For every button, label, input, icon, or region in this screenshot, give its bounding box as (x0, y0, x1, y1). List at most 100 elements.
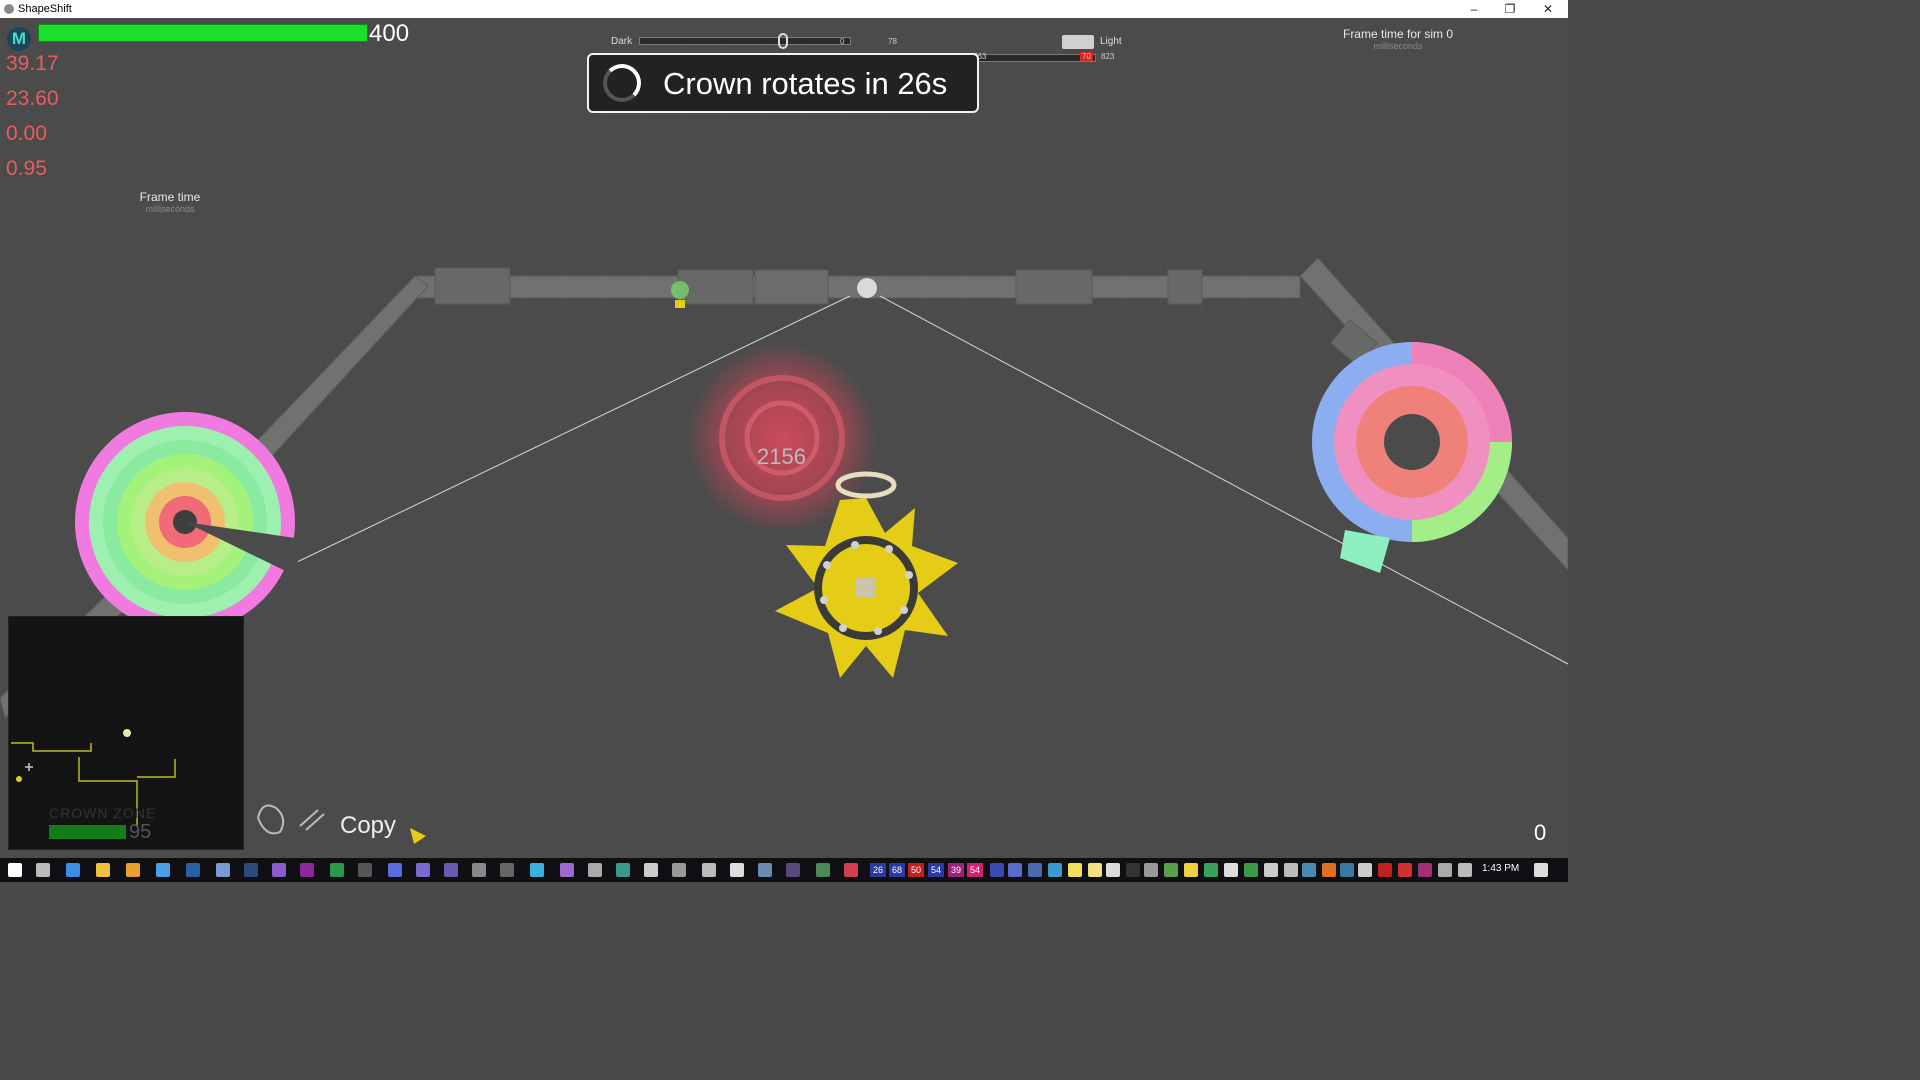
app-icon-10[interactable] (530, 863, 544, 877)
tray-icon-13[interactable] (1264, 863, 1278, 877)
steam-icon[interactable] (244, 863, 258, 877)
tray-badge-4[interactable]: 54 (928, 863, 944, 877)
word-icon[interactable] (186, 863, 200, 877)
stat-2: 23.60 (6, 87, 59, 110)
tray-badge-1[interactable]: 26 (870, 863, 886, 877)
dark-track[interactable] (639, 37, 851, 45)
frame-time-sim-label: Frame time for sim 0 (1342, 27, 1453, 41)
tray-icon-2[interactable] (1028, 863, 1042, 877)
tray-icon-18[interactable] (1378, 863, 1392, 877)
tray-icon-9[interactable] (1164, 863, 1178, 877)
minimize-button[interactable]: – (1456, 0, 1492, 18)
tray-icon-12[interactable] (1244, 863, 1258, 877)
dark-label: Dark (611, 36, 633, 47)
app-icon-2[interactable] (156, 863, 170, 877)
crown-banner-text: Crown rotates in 26s (663, 66, 948, 101)
notifications-icon[interactable] (1534, 863, 1548, 877)
frame-time-label: Frame time (139, 190, 201, 204)
player-avatar: M (7, 27, 31, 51)
tray-icon-15[interactable] (1302, 863, 1316, 877)
minimap-progress-bar (49, 825, 126, 839)
app-icon (4, 4, 14, 14)
wall-light-green (671, 281, 689, 299)
app-icon-18[interactable] (758, 863, 772, 877)
app-icon-12[interactable] (588, 863, 602, 877)
top-right-value: 78 (888, 37, 897, 46)
file-explorer-icon[interactable] (96, 863, 110, 877)
minimap-bar-value: 95 (129, 821, 152, 843)
enemy-score: 2156 (757, 444, 806, 469)
app-icon-19[interactable] (786, 863, 800, 877)
app-icon-4[interactable] (300, 863, 314, 877)
edge-icon[interactable] (66, 863, 80, 877)
wifi-icon[interactable] (1458, 863, 1472, 877)
tray-badge-5[interactable]: 39 (948, 863, 964, 877)
app-icon-15[interactable] (672, 863, 686, 877)
tray-app-icon[interactable] (844, 863, 858, 877)
frame-time-sub: milliseconds (145, 204, 195, 214)
copy-label[interactable]: Copy (340, 812, 396, 840)
start-icon[interactable] (8, 863, 22, 877)
light-swatch[interactable] (1062, 35, 1094, 49)
minimap-zone-label: CROWN ZONE (49, 805, 157, 821)
tray-icon-3[interactable] (1048, 863, 1062, 877)
pickup-yellow (675, 300, 685, 308)
health-value: 400 (369, 20, 410, 47)
taskbar-clock[interactable]: 1:43 PM (1482, 863, 1519, 874)
tray-icon-20[interactable] (1418, 863, 1432, 877)
app-icon-11[interactable] (560, 863, 574, 877)
tray-icon-8[interactable] (1144, 863, 1158, 877)
tray-icon-n[interactable] (990, 863, 1004, 877)
stat-4: 0.95 (6, 157, 47, 180)
stat-1: 39.17 (6, 52, 59, 75)
close-button[interactable]: ✕ (1530, 0, 1566, 18)
crown-banner: Crown rotates in 26s (587, 53, 979, 113)
tray-icon-7[interactable] (1126, 863, 1140, 877)
app-icon-17[interactable] (730, 863, 744, 877)
health-bar (38, 24, 368, 42)
tray-icon-11[interactable] (1224, 863, 1238, 877)
window-titlebar: ShapeShift – ❐ ✕ (0, 0, 1568, 18)
tray-icon-17[interactable] (1340, 863, 1354, 877)
app-icon-7[interactable] (444, 863, 458, 877)
app-icon-8[interactable] (472, 863, 486, 877)
wall-light (857, 278, 877, 298)
tray-badge-3[interactable]: 50 (908, 863, 924, 877)
star-icon[interactable] (1184, 863, 1198, 877)
tray-icon-5[interactable] (1088, 863, 1102, 877)
balance-knob[interactable] (778, 33, 788, 49)
tray-icon-16[interactable] (1322, 863, 1336, 877)
loading-spinner-icon (603, 64, 641, 102)
game-viewport[interactable]: M 400 39.17 23.60 0.00 0.95 Frame time m… (0, 18, 1568, 858)
task-view-icon[interactable] (36, 863, 50, 877)
tray-icon-1[interactable] (1008, 863, 1022, 877)
app-icon-6[interactable] (416, 863, 430, 877)
tray-icon-6[interactable] (1106, 863, 1120, 877)
visual-studio-icon[interactable] (272, 863, 286, 877)
app-icon-1[interactable] (126, 863, 140, 877)
tray-badge-2[interactable]: 68 (889, 863, 905, 877)
restore-button[interactable]: ❐ (1492, 0, 1528, 18)
tray-icon-4[interactable] (1068, 863, 1082, 877)
volume-icon[interactable] (1358, 863, 1372, 877)
tray-icon-14[interactable] (1284, 863, 1298, 877)
app-icon-9[interactable] (500, 863, 514, 877)
discord-icon[interactable] (388, 863, 402, 877)
app-icon-3[interactable] (216, 863, 230, 877)
app-icon-16[interactable] (702, 863, 716, 877)
bottom-red-value: 70 (1080, 52, 1093, 61)
terminal-icon[interactable] (358, 863, 372, 877)
tray-badge-6[interactable]: 54 (967, 863, 983, 877)
bottom-right-counter: 0 (1534, 820, 1547, 845)
network-icon[interactable] (1438, 863, 1452, 877)
app-icon-5[interactable] (330, 863, 344, 877)
tray-icon-10[interactable] (1204, 863, 1218, 877)
app-icon-13[interactable] (616, 863, 630, 877)
stat-3: 0.00 (6, 122, 47, 145)
tray-icon-19[interactable] (1398, 863, 1412, 877)
minimap[interactable]: CROWN ZONE 95 (8, 616, 244, 850)
window-title: ShapeShift (18, 3, 72, 15)
app-icon-20[interactable] (816, 863, 830, 877)
top-left-value: 0 (840, 37, 845, 46)
app-icon-14[interactable] (644, 863, 658, 877)
